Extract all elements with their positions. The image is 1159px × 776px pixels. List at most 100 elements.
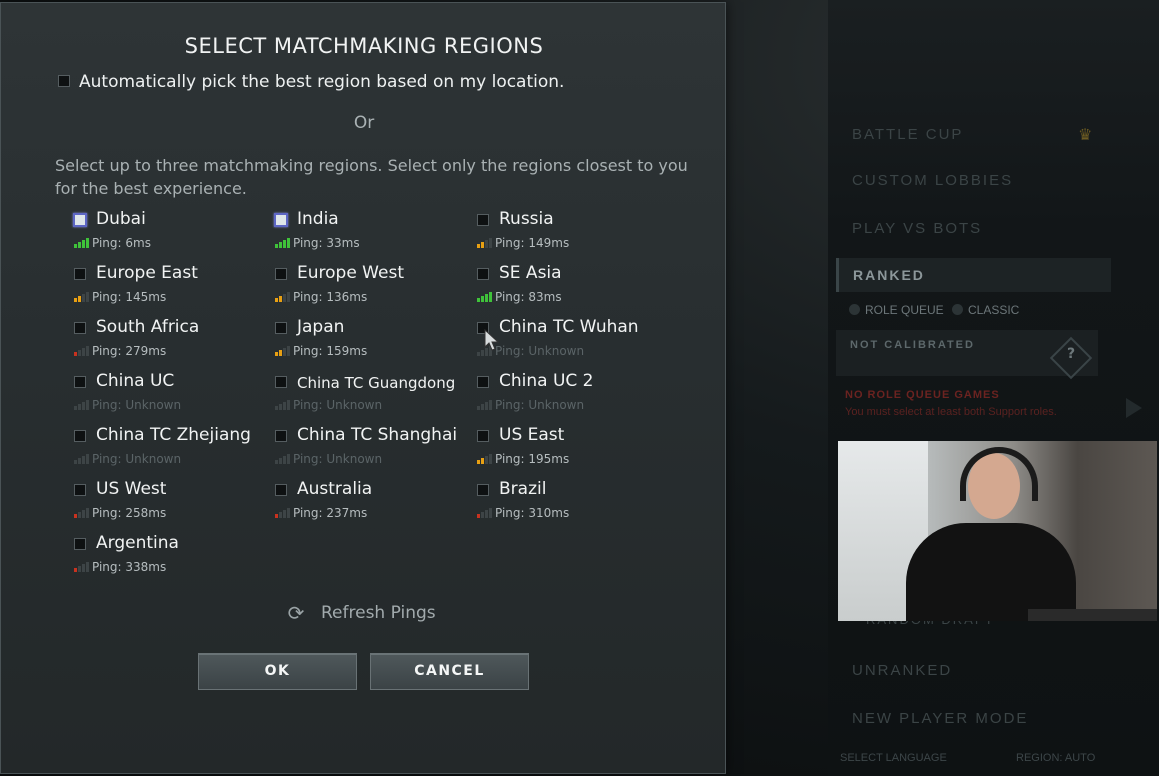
- refresh-icon: ⟳: [287, 601, 305, 625]
- play-arrow-icon[interactable]: [1126, 398, 1142, 418]
- ranked-label: RANKED: [853, 267, 925, 283]
- cancel-button[interactable]: CANCEL: [370, 653, 529, 690]
- play-menu-panel: [828, 0, 1159, 776]
- signal-bars-icon: [477, 292, 493, 302]
- role-queue-radio[interactable]: ROLE QUEUE: [849, 303, 944, 317]
- region-name-europe-east[interactable]: Europe East: [96, 263, 198, 283]
- region-name-australia[interactable]: Australia: [297, 479, 372, 499]
- play-vs-bots-item[interactable]: PLAY VS BOTS: [852, 220, 982, 237]
- region-checkbox-russia[interactable]: [477, 214, 489, 226]
- region-name-china-tc-wuhan[interactable]: China TC Wuhan: [499, 317, 639, 337]
- region-ping-japan: Ping: 159ms: [293, 344, 368, 358]
- region-name-us-east[interactable]: US East: [499, 425, 564, 445]
- region-name-russia[interactable]: Russia: [499, 209, 554, 229]
- radio-icon: [849, 304, 860, 315]
- signal-bars-icon: [275, 238, 291, 248]
- headset-icon: [960, 447, 1038, 501]
- region-checkbox-brazil[interactable]: [477, 484, 489, 496]
- region-ping-dubai: Ping: 6ms: [92, 236, 151, 250]
- region-name-china-uc-2[interactable]: China UC 2: [499, 371, 594, 391]
- signal-bars-icon: [74, 454, 90, 464]
- ok-button[interactable]: OK: [198, 653, 357, 690]
- signal-bars-icon: [275, 508, 291, 518]
- region-checkbox-china-tc-shanghai[interactable]: [275, 430, 287, 442]
- region-ping-china-uc-2: Ping: Unknown: [495, 398, 585, 412]
- battle-cup-item[interactable]: BATTLE CUP: [852, 126, 963, 143]
- region-ping-south-africa: Ping: 279ms: [92, 344, 167, 358]
- region-name-se-asia[interactable]: SE Asia: [499, 263, 562, 283]
- region-name-china-uc[interactable]: China UC: [96, 371, 174, 391]
- signal-bars-icon: [74, 292, 90, 302]
- region-ping-india: Ping: 33ms: [293, 236, 360, 250]
- region-ping-us-west: Ping: 258ms: [92, 506, 167, 520]
- region-ping-us-east: Ping: 195ms: [495, 452, 570, 466]
- region-name-brazil[interactable]: Brazil: [499, 479, 546, 499]
- select-language-link[interactable]: SELECT LANGUAGE: [840, 752, 947, 764]
- region-name-china-tc-guangdong[interactable]: China TC Guangdong: [297, 374, 455, 392]
- region-name-south-africa[interactable]: South Africa: [96, 317, 199, 337]
- region-checkbox-china-uc[interactable]: [74, 376, 86, 388]
- region-checkbox-south-africa[interactable]: [74, 322, 86, 334]
- region-checkbox-europe-west[interactable]: [275, 268, 287, 280]
- region-ping-russia: Ping: 149ms: [495, 236, 570, 250]
- region-checkbox-us-west[interactable]: [74, 484, 86, 496]
- region-checkbox-dubai[interactable]: [73, 213, 87, 227]
- mouse-cursor-icon: [484, 329, 500, 351]
- region-ping-china-tc-wuhan: Ping: Unknown: [495, 344, 585, 358]
- not-calibrated-label: NOT CALIBRATED: [850, 339, 975, 351]
- region-auto-label: REGION: AUTO: [1016, 752, 1096, 764]
- region-checkbox-us-east[interactable]: [477, 430, 489, 442]
- region-checkbox-europe-east[interactable]: [74, 268, 86, 280]
- region-checkbox-japan[interactable]: [275, 322, 287, 334]
- or-separator: Or: [353, 113, 375, 133]
- region-ping-europe-east: Ping: 145ms: [92, 290, 167, 304]
- no-role-queue-warning: NO ROLE QUEUE GAMES: [845, 389, 1000, 401]
- region-checkbox-china-tc-zhejiang[interactable]: [74, 430, 86, 442]
- radio-icon: [952, 304, 963, 315]
- region-name-china-tc-zhejiang[interactable]: China TC Zhejiang: [96, 425, 251, 445]
- region-ping-china-tc-shanghai: Ping: Unknown: [293, 452, 383, 466]
- signal-bars-icon: [477, 454, 493, 464]
- region-name-europe-west[interactable]: Europe West: [297, 263, 404, 283]
- region-name-us-west[interactable]: US West: [96, 479, 166, 499]
- classic-radio[interactable]: CLASSIC: [952, 303, 1019, 317]
- signal-bars-icon: [477, 238, 493, 248]
- region-checkbox-argentina[interactable]: [74, 538, 86, 550]
- region-ping-australia: Ping: 237ms: [293, 506, 368, 520]
- signal-bars-icon: [74, 508, 90, 518]
- matchmaking-regions-dialog: SELECT MATCHMAKING REGIONS Automatically…: [0, 2, 726, 774]
- support-warning: You must select at least both Support ro…: [845, 406, 1057, 418]
- region-ping-china-tc-zhejiang: Ping: Unknown: [92, 452, 182, 466]
- signal-bars-icon: [74, 562, 90, 572]
- region-checkbox-china-uc-2[interactable]: [477, 376, 489, 388]
- dialog-title: SELECT MATCHMAKING REGIONS: [184, 34, 544, 58]
- region-checkbox-china-tc-guangdong[interactable]: [275, 376, 287, 388]
- region-name-india[interactable]: India: [297, 209, 339, 229]
- custom-lobbies-item[interactable]: CUSTOM LOBBIES: [852, 172, 1013, 189]
- region-name-dubai[interactable]: Dubai: [96, 209, 146, 229]
- signal-bars-icon: [477, 400, 493, 410]
- region-name-argentina[interactable]: Argentina: [96, 533, 179, 553]
- signal-bars-icon: [275, 292, 291, 302]
- region-checkbox-australia[interactable]: [275, 484, 287, 496]
- region-checkbox-india[interactable]: [274, 213, 288, 227]
- auto-pick-checkbox[interactable]: [58, 75, 70, 87]
- new-player-mode-item[interactable]: NEW PLAYER MODE: [852, 710, 1028, 727]
- ranked-item[interactable]: RANKED: [836, 258, 1111, 292]
- region-ping-argentina: Ping: 338ms: [92, 560, 167, 574]
- signal-bars-icon: [477, 508, 493, 518]
- refresh-pings-label: Refresh Pings: [321, 603, 436, 623]
- auto-pick-label[interactable]: Automatically pick the best region based…: [79, 72, 564, 92]
- region-ping-china-tc-guangdong: Ping: Unknown: [293, 398, 383, 412]
- signal-bars-icon: [74, 400, 90, 410]
- region-name-china-tc-shanghai[interactable]: China TC Shanghai: [297, 425, 457, 445]
- trophy-icon: ♛: [1078, 125, 1093, 144]
- region-ping-europe-west: Ping: 136ms: [293, 290, 368, 304]
- region-checkbox-se-asia[interactable]: [477, 268, 489, 280]
- webcam-overlay: [838, 441, 1157, 621]
- unranked-item[interactable]: UNRANKED: [852, 662, 952, 679]
- region-ping-brazil: Ping: 310ms: [495, 506, 570, 520]
- signal-bars-icon: [275, 346, 291, 356]
- classic-label: CLASSIC: [968, 303, 1020, 317]
- region-name-japan[interactable]: Japan: [297, 317, 344, 337]
